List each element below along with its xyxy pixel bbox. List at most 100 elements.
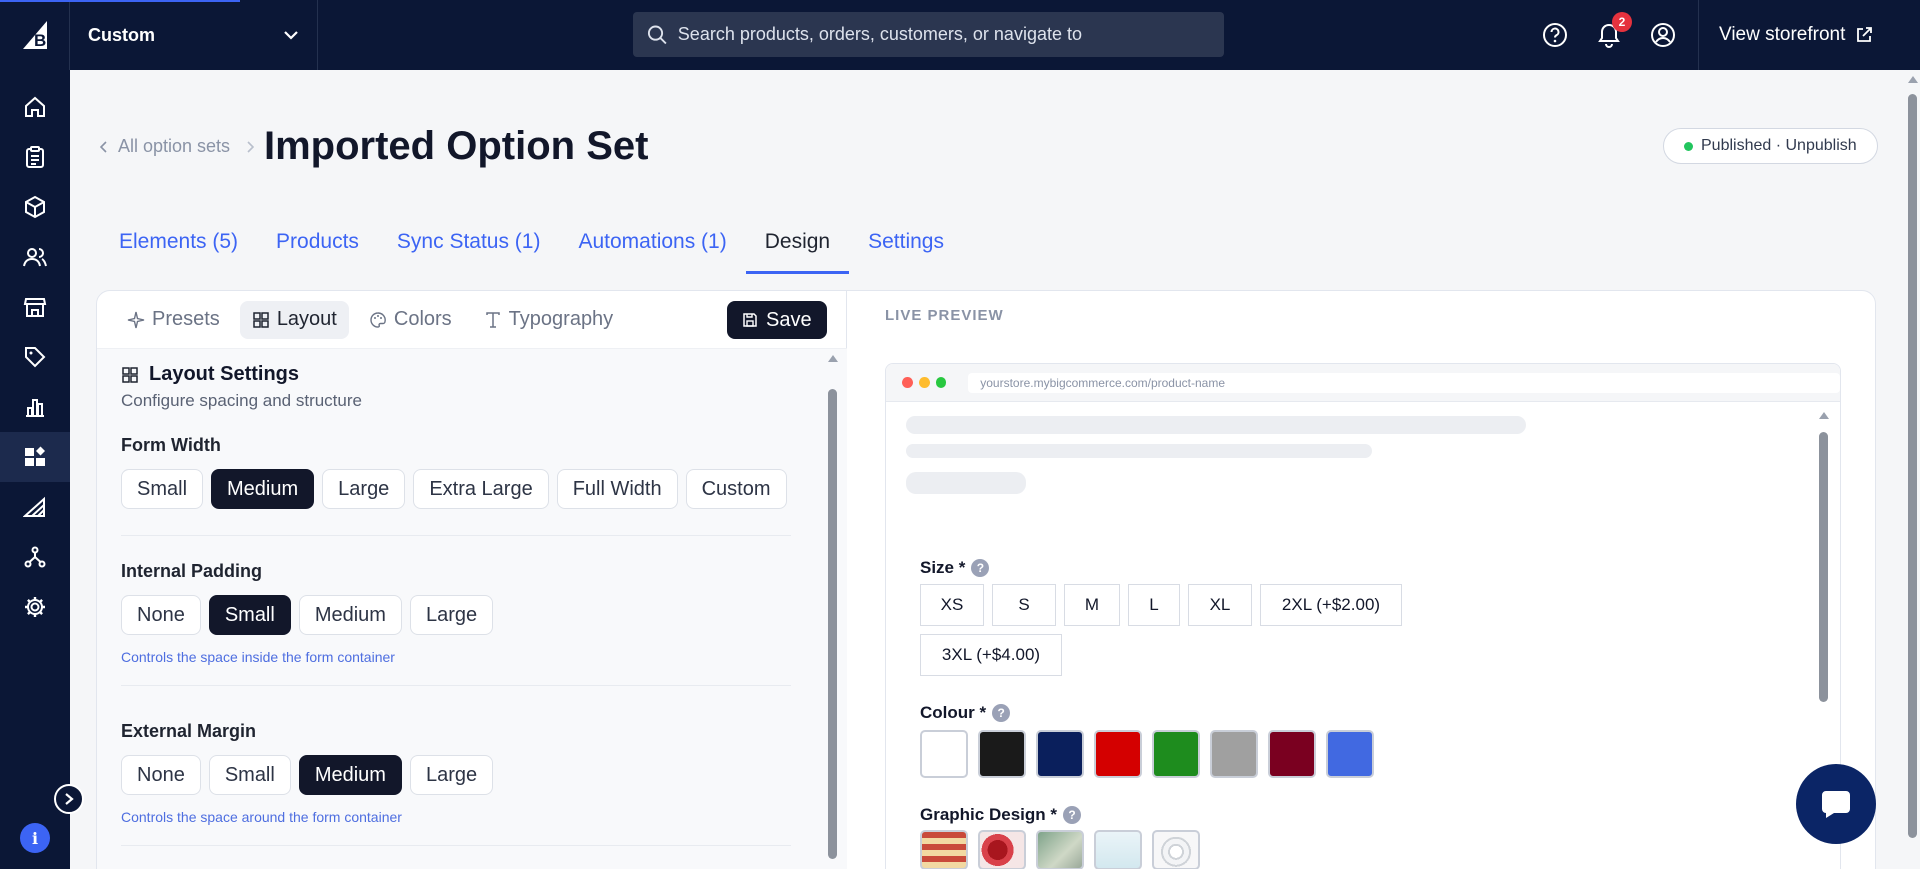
help-icon[interactable]: ? — [971, 559, 990, 577]
padding-none[interactable]: None — [121, 595, 201, 635]
size-option-s[interactable]: S — [992, 584, 1056, 626]
search-input[interactable] — [677, 24, 1210, 45]
form-width-small[interactable]: Small — [121, 469, 204, 509]
settings-scrollbar[interactable] — [827, 349, 839, 869]
nav-orders[interactable] — [0, 132, 70, 182]
scroll-thumb[interactable] — [1819, 432, 1828, 702]
nav-storefront[interactable] — [0, 282, 70, 332]
bell-icon[interactable]: 2 — [1594, 12, 1632, 50]
size-option-2xl[interactable]: 2XL (+$2.00) — [1260, 584, 1402, 626]
colour-swatch-red[interactable] — [1094, 730, 1142, 778]
colour-swatch-black[interactable] — [978, 730, 1026, 778]
account-icon[interactable] — [1648, 20, 1678, 50]
colour-swatch-maroon[interactable] — [1268, 730, 1316, 778]
tab-automations[interactable]: Automations (1) — [559, 230, 745, 274]
nav-settings[interactable] — [0, 582, 70, 632]
breadcrumb-back-link[interactable]: All option sets — [118, 136, 230, 157]
help-icon[interactable]: ? — [1062, 806, 1081, 824]
store-selector[interactable]: Custom — [70, 0, 318, 70]
top-icon-group: 2 — [1540, 0, 1678, 70]
publish-status-badge[interactable]: Published · Unpublish — [1663, 128, 1878, 164]
layout-settings-title: Layout Settings — [149, 363, 300, 385]
colour-swatch-navy[interactable] — [1036, 730, 1084, 778]
scroll-thumb[interactable] — [828, 389, 837, 859]
margin-large[interactable]: Large — [409, 755, 494, 795]
layout-settings-scroll[interactable]: Layout Settings Configure spacing and st… — [97, 349, 847, 869]
chat-bubble-icon — [1822, 791, 1850, 818]
padding-small[interactable]: Small — [208, 595, 291, 635]
graphic-design-thumb[interactable] — [978, 830, 1026, 869]
nav-integrations[interactable] — [0, 532, 70, 582]
graphic-design-thumb[interactable] — [920, 830, 968, 869]
nav-channels[interactable] — [0, 482, 70, 532]
tab-elements[interactable]: Elements (5) — [100, 230, 257, 274]
graphic-design-label-text: Graphic Design * — [920, 805, 1057, 824]
scroll-thumb[interactable] — [1908, 94, 1917, 838]
padding-medium[interactable]: Medium — [298, 595, 402, 635]
form-width-full-width[interactable]: Full Width — [556, 469, 678, 509]
sub-tab-colors[interactable]: Colors — [357, 301, 464, 339]
nav-customers[interactable] — [0, 232, 70, 282]
colour-swatch-white[interactable] — [920, 730, 968, 778]
size-option-xl[interactable]: XL — [1188, 584, 1252, 626]
clipboard-icon — [26, 146, 44, 168]
form-width-custom[interactable]: Custom — [685, 469, 787, 509]
page-scrollbar[interactable] — [1906, 70, 1920, 869]
colour-swatch-grey[interactable] — [1210, 730, 1258, 778]
sub-tab-layout[interactable]: Layout — [239, 300, 349, 339]
type-icon — [485, 311, 500, 328]
form-width-medium[interactable]: Medium — [211, 469, 315, 509]
skeleton-line — [906, 444, 1372, 458]
nav-analytics[interactable] — [0, 382, 70, 432]
colour-swatch-royal-blue[interactable] — [1326, 730, 1374, 778]
chevron-down-icon — [284, 31, 298, 40]
tab-products[interactable]: Products — [257, 230, 378, 274]
size-option-3xl[interactable]: 3XL (+$4.00) — [920, 634, 1062, 676]
nav-marketing[interactable] — [0, 332, 70, 382]
bigcommerce-logo[interactable]: B — [0, 0, 70, 70]
tab-sync-status[interactable]: Sync Status (1) — [378, 230, 560, 274]
size-option-xs[interactable]: XS — [920, 584, 984, 626]
browser-bar: yourstore.mybigcommerce.com/product-name — [886, 364, 1840, 402]
nav-apps[interactable] — [0, 432, 70, 482]
global-search[interactable] — [633, 12, 1224, 57]
external-margin-hint: Controls the space around the form conta… — [121, 809, 402, 825]
design-settings-panel: Presets Layout Colors Typography Save La… — [97, 291, 847, 869]
graphic-design-thumb[interactable] — [1094, 830, 1142, 869]
graphic-design-label: Graphic Design * ? — [920, 805, 1081, 825]
scroll-up-arrow[interactable] — [1908, 76, 1918, 83]
scroll-up-arrow[interactable] — [1819, 412, 1829, 419]
nav-products[interactable] — [0, 182, 70, 232]
help-icon[interactable] — [1540, 20, 1570, 50]
help-icon[interactable]: ? — [992, 704, 1011, 722]
publish-status-label: Published · Unpublish — [1701, 137, 1857, 154]
tab-settings[interactable]: Settings — [849, 230, 963, 274]
form-width-large[interactable]: Large — [322, 469, 406, 509]
view-storefront-link[interactable]: View storefront — [1698, 0, 1920, 70]
sub-tab-typography-label: Typography — [508, 308, 614, 330]
size-option-l[interactable]: L — [1128, 584, 1180, 626]
scroll-up-arrow[interactable] — [828, 355, 838, 362]
form-width-extra-large[interactable]: Extra Large — [413, 469, 549, 509]
breadcrumb[interactable]: All option sets — [100, 136, 255, 157]
live-preview-panel: LIVE PREVIEW yourstore.mybigcommerce.com… — [847, 291, 1875, 869]
padding-large[interactable]: Large — [409, 595, 494, 635]
palette-icon — [370, 311, 386, 328]
save-button[interactable]: Save — [727, 301, 827, 339]
sub-tab-presets[interactable]: Presets — [115, 301, 232, 339]
svg-text:B: B — [34, 31, 46, 50]
margin-small[interactable]: Small — [208, 755, 291, 795]
form-width-options: Small Medium Large Extra Large Full Widt… — [121, 469, 787, 509]
chevron-right-icon — [247, 140, 255, 153]
sub-tab-typography[interactable]: Typography — [472, 301, 626, 339]
nav-home[interactable] — [0, 82, 70, 132]
graphic-design-thumb[interactable] — [1152, 830, 1200, 869]
tab-design[interactable]: Design — [745, 230, 850, 274]
graphic-design-thumb[interactable] — [1036, 830, 1084, 869]
margin-none[interactable]: None — [121, 755, 201, 795]
size-option-m[interactable]: M — [1064, 584, 1120, 626]
chat-launcher-button[interactable] — [1796, 764, 1876, 844]
margin-medium[interactable]: Medium — [298, 755, 402, 795]
colour-swatch-green[interactable] — [1152, 730, 1200, 778]
info-icon[interactable]: i — [20, 823, 50, 853]
